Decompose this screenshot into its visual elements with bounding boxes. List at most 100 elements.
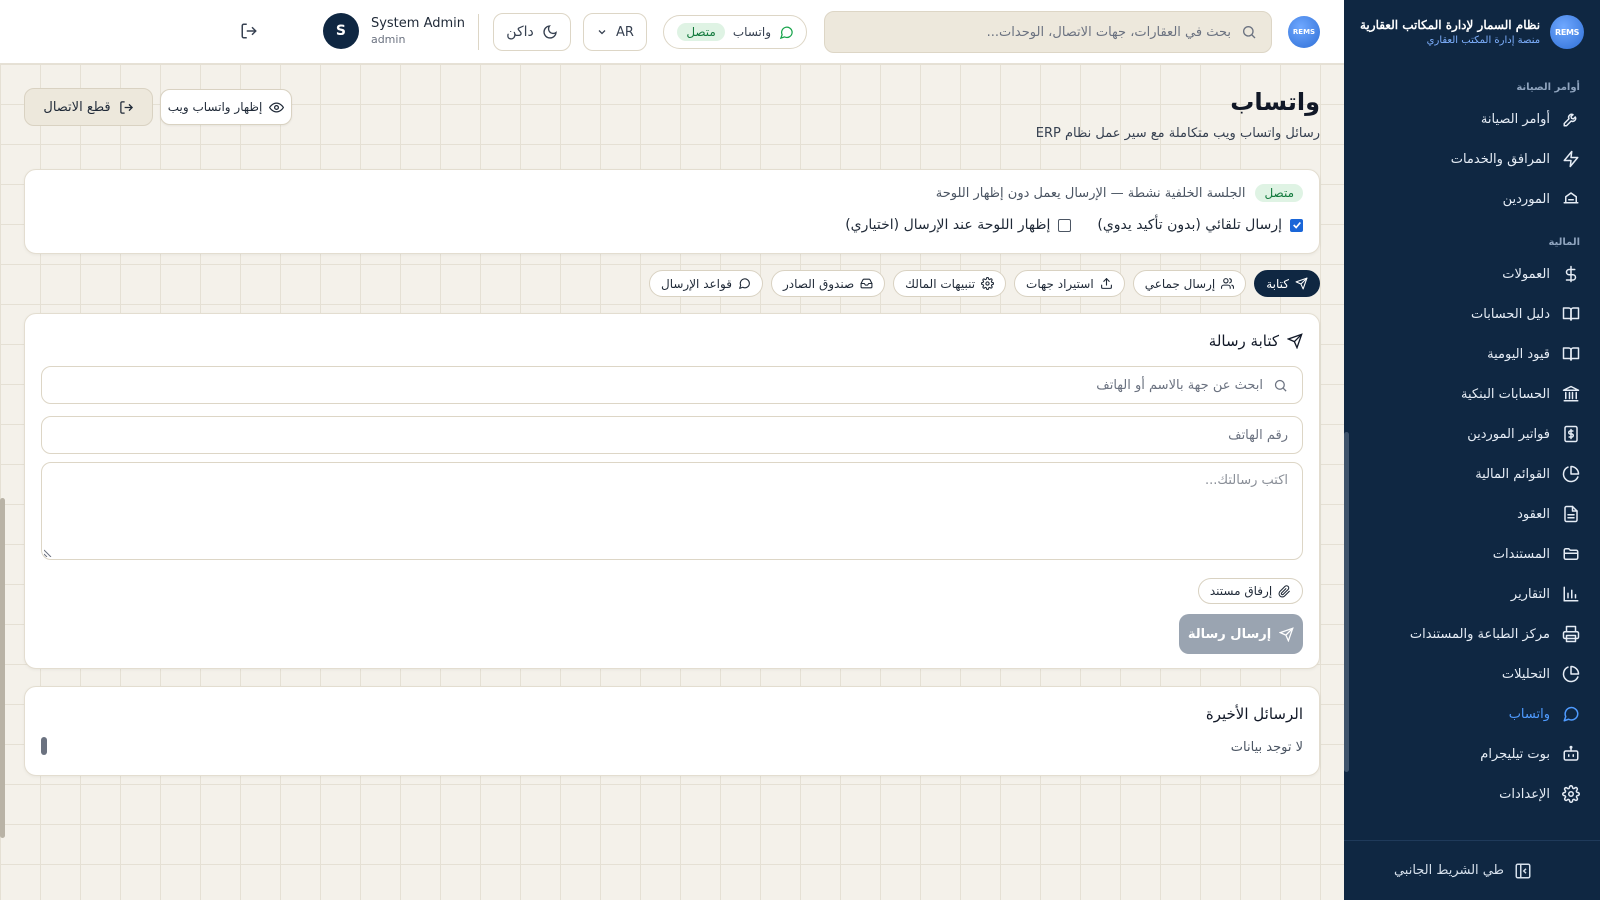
tab[interactable]: تنبيهات المالك <box>893 270 1007 297</box>
book-icon <box>1562 305 1580 323</box>
compose-title: كتابة رسالة <box>1208 332 1279 350</box>
user-role: admin <box>370 33 406 46</box>
whatsapp-status-pill[interactable]: واتساب متصل <box>663 15 807 49</box>
show-panel-checkbox[interactable]: إظهار اللوحة عند الإرسال (اختياري) <box>845 217 1072 233</box>
compose-card: كتابة رسالة ابحث عن جهة بالاسم أو الهاتف… <box>24 313 1320 669</box>
sidebar-item[interactable]: بوت تيليجرام <box>1344 734 1600 774</box>
sidebar-item[interactable]: المرافق والخدمات <box>1344 139 1600 179</box>
user-menu[interactable]: System Admin admin S <box>322 13 465 49</box>
chat-icon <box>1562 705 1580 723</box>
sidebar-item[interactable]: الموردين <box>1344 179 1600 219</box>
tab[interactable]: استيراد جهات <box>1014 270 1125 297</box>
message-placeholder: اكتب رسالتك... <box>1205 473 1288 488</box>
avatar[interactable]: S <box>322 13 359 49</box>
attach-document-button[interactable]: إرفاق مستند <box>1198 578 1303 604</box>
send-icon <box>1279 626 1294 642</box>
contact-search-placeholder: ابحث عن جهة بالاسم أو الهاتف <box>1096 377 1263 393</box>
header-logo[interactable]: REMS <box>1288 16 1320 48</box>
moon-icon <box>542 24 558 40</box>
status-badge: متصل <box>1255 184 1303 202</box>
sidebar-item[interactable]: العقود <box>1344 494 1600 534</box>
users-icon <box>1221 277 1235 290</box>
checkbox-unchecked[interactable] <box>1058 218 1072 232</box>
sidebar-item[interactable]: دليل الحسابات <box>1344 294 1600 334</box>
sidebar-item-label: بوت تيليجرام <box>1480 746 1550 762</box>
file-icon <box>1562 505 1580 523</box>
paperclip-icon <box>1278 584 1291 598</box>
tab[interactable]: صندوق الصادر <box>770 270 886 297</box>
gear-icon <box>981 277 995 290</box>
disconnect-button[interactable]: قطع الاتصال <box>24 88 153 126</box>
sidebar-item-label: فواتير الموردين <box>1467 426 1550 442</box>
tab[interactable]: كتابة <box>1254 270 1320 297</box>
sidebar-collapse-icon <box>1514 862 1532 880</box>
tab-label: استيراد جهات <box>1026 276 1094 291</box>
sidebar-item[interactable]: الإعدادات <box>1344 774 1600 814</box>
show-panel-label: إظهار اللوحة عند الإرسال (اختياري) <box>845 217 1051 233</box>
sidebar-item[interactable]: المستندات <box>1344 534 1600 574</box>
header-divider <box>478 14 479 50</box>
checkbox-checked[interactable] <box>1290 218 1303 232</box>
invoice-icon <box>1562 425 1580 443</box>
chat-icon <box>779 25 794 40</box>
resize-handle-icon[interactable] <box>44 549 52 557</box>
chevron-down-icon <box>596 26 608 38</box>
global-search-input[interactable]: بحث في العقارات، جهات الاتصال، الوحدات..… <box>824 11 1272 53</box>
logout-icon <box>238 22 258 40</box>
contact-search-input[interactable]: ابحث عن جهة بالاسم أو الهاتف <box>41 366 1303 404</box>
brand-subtitle: منصة إدارة المكتب العقاري <box>1426 35 1541 46</box>
sidebar-item[interactable]: أوامر الصيانة <box>1344 99 1600 139</box>
sidebar-item[interactable]: الحسابات البنكية <box>1344 374 1600 414</box>
sidebar-item[interactable]: العمولات <box>1344 254 1600 294</box>
sidebar-nav: أوامر الصيانة أوامر الصيانة المرافق والخدم… <box>1344 64 1600 840</box>
language-select[interactable]: AR <box>583 13 647 51</box>
theme-label: داكن <box>506 24 534 40</box>
sidebar-item-label: الموردين <box>1502 191 1550 207</box>
sidebar-item-label: المرافق والخدمات <box>1450 151 1550 167</box>
sidebar-item-label: قيود اليومية <box>1487 346 1550 362</box>
phone-input[interactable]: رقم الهاتف <box>41 416 1303 454</box>
tab-label: إرسال جماعي <box>1144 276 1216 291</box>
auto-send-checkbox[interactable]: إرسال تلقائي (بدون تأكيد يدوي) <box>1097 217 1303 233</box>
printer-icon <box>1562 625 1580 643</box>
main-scrollbar[interactable] <box>0 498 5 838</box>
brand-title: نظام السمار لإدارة المكاتب العقارية <box>1360 18 1541 32</box>
tab[interactable]: إرسال جماعي <box>1132 270 1247 297</box>
message-textarea[interactable]: اكتب رسالتك... <box>41 462 1303 560</box>
page-title: واتساب <box>1230 88 1320 116</box>
empty-state: لا توجد بيانات <box>1230 740 1303 755</box>
send-message-button[interactable]: إرسال رسالة <box>1179 614 1303 654</box>
logout-button[interactable] <box>238 22 258 42</box>
upload-icon <box>1100 277 1113 290</box>
attach-label: إرفاق مستند <box>1209 584 1273 598</box>
send-icon <box>1295 277 1308 290</box>
wrench-icon <box>1562 110 1580 128</box>
sidebar-item[interactable]: قيود اليومية <box>1344 334 1600 374</box>
sidebar-item-label: دليل الحسابات <box>1471 306 1550 322</box>
sidebar-item-label: التقارير <box>1510 586 1550 602</box>
sidebar-item[interactable]: واتساب <box>1344 694 1600 734</box>
sidebar-section-title: أوامر الصيانة <box>1516 82 1580 93</box>
show-whatsapp-web-button[interactable]: إظهار واتساب ويب <box>160 89 292 125</box>
tab[interactable]: قواعد الإرسال <box>648 270 763 297</box>
theme-toggle-button[interactable]: داكن <box>493 13 571 51</box>
sidebar-scrollbar[interactable] <box>1344 432 1349 772</box>
sidebar-item[interactable]: فواتير الموردين <box>1344 414 1600 454</box>
sidebar-item[interactable]: التحليلات <box>1344 654 1600 694</box>
sidebar: REMS نظام السمار لإدارة المكاتب العقارية… <box>1344 0 1600 900</box>
sidebar-item-label: الإعدادات <box>1499 786 1550 802</box>
show-web-label: إظهار واتساب ويب <box>167 100 263 114</box>
dollar-icon <box>1562 265 1580 283</box>
sidebar-item[interactable]: مركز الطباعة والمستندات <box>1344 614 1600 654</box>
eye-icon <box>269 100 285 115</box>
recent-scrollbar[interactable] <box>41 737 47 755</box>
main-content: واتساب رسائل واتساب ويب متكاملة مع سير ع… <box>0 64 1344 900</box>
sidebar-item[interactable]: التقارير <box>1344 574 1600 614</box>
connection-status-card: متصل الجلسة الخلفية نشطة — الإرسال يعمل … <box>24 169 1320 254</box>
truck-icon <box>1562 190 1580 208</box>
sidebar-item[interactable]: القوائم المالية <box>1344 454 1600 494</box>
collapse-sidebar-button[interactable]: طي الشريط الجانبي <box>1344 840 1600 900</box>
phone-placeholder: رقم الهاتف <box>1228 427 1288 443</box>
search-placeholder: بحث في العقارات، جهات الاتصال، الوحدات..… <box>986 24 1231 40</box>
send-label: إرسال رسالة <box>1187 626 1272 642</box>
